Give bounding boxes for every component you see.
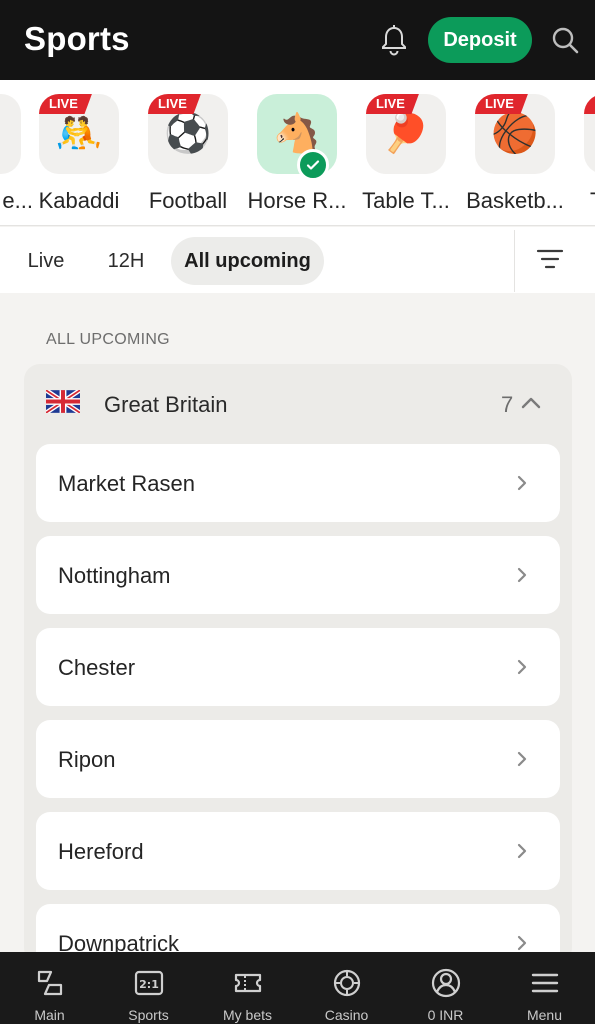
sport-item-football[interactable]: ⚽ LIVE Football — [136, 94, 240, 214]
bottom-nav: Main 2:1 Sports My bets Casino 0 INR Men… — [0, 952, 595, 1024]
sport-tile: 🤼 LIVE — [39, 94, 119, 174]
sport-item-table-tennis[interactable]: 🏓 LIVE Table T... — [354, 94, 458, 214]
svg-text:2:1: 2:1 — [139, 978, 159, 991]
nav-label: Casino — [324, 1007, 369, 1023]
casino-chip-icon — [333, 969, 361, 997]
sport-tile: 🏓 LIVE — [366, 94, 446, 174]
country-name: Great Britain — [104, 392, 228, 417]
nav-label: 0 INR — [427, 1007, 464, 1023]
sport-item-basketball[interactable]: 🏀 LIVE Basketb... — [463, 94, 567, 214]
list-item[interactable]: Market Rasen — [36, 444, 560, 522]
sport-item-horse-racing[interactable]: 🐴 Horse R... — [245, 94, 349, 214]
basketball-icon: 🏀 — [491, 113, 539, 155]
nav-menu[interactable]: Menu — [495, 952, 594, 1024]
tab-all-upcoming[interactable]: All upcoming — [171, 237, 324, 285]
chevron-right-icon — [517, 475, 527, 491]
top-bar: Sports Deposit — [0, 0, 595, 80]
divider — [0, 225, 595, 226]
horse-icon: 🐴 — [273, 113, 321, 155]
time-filter-tabs: Live 12H All upcoming — [0, 227, 595, 293]
nav-label: Menu — [526, 1007, 563, 1023]
sport-label: Football — [148, 188, 228, 213]
nav-casino[interactable]: Casino — [297, 952, 396, 1024]
tab-live[interactable]: Live — [14, 237, 78, 285]
nav-sports[interactable]: 2:1 Sports — [99, 952, 198, 1024]
football-icon: ⚽ — [164, 113, 212, 155]
track-name: Ripon — [58, 747, 116, 772]
country-group: Great Britain 7 Market Rasen Nottingham … — [24, 364, 572, 982]
sport-tile — [584, 94, 595, 174]
filter-icon[interactable] — [536, 245, 564, 273]
track-name: Nottingham — [58, 563, 171, 588]
section-heading: ALL UPCOMING — [46, 331, 170, 348]
sport-tile: ⚽ LIVE — [148, 94, 228, 174]
list-item[interactable]: Chester — [36, 628, 560, 706]
list-item[interactable]: Ripon — [36, 720, 560, 798]
live-badge: LIVE — [366, 94, 419, 114]
live-badge — [584, 94, 595, 114]
nav-label: Sports — [128, 1007, 169, 1023]
chevron-right-icon — [517, 659, 527, 675]
nav-label: My bets — [222, 1007, 272, 1023]
chevron-up-icon[interactable] — [520, 394, 542, 410]
country-group-header[interactable]: Great Britain 7 — [24, 364, 572, 442]
sport-label: Basketb... — [466, 188, 564, 213]
bell-icon[interactable] — [376, 22, 412, 58]
nav-account[interactable]: 0 INR — [396, 952, 495, 1024]
chevron-right-icon — [517, 567, 527, 583]
list-item[interactable]: Nottingham — [36, 536, 560, 614]
list-item[interactable]: Hereford — [36, 812, 560, 890]
scoreboard-icon: 2:1 — [134, 970, 164, 996]
track-name: Market Rasen — [58, 471, 195, 496]
event-count: 7 — [501, 392, 514, 417]
live-badge: LIVE — [475, 94, 528, 114]
account-icon — [431, 968, 461, 998]
sport-label: T — [572, 188, 595, 214]
check-icon — [297, 149, 329, 181]
divider — [514, 230, 515, 292]
table-tennis-icon: 🏓 — [382, 113, 430, 155]
sport-carousel[interactable]: e... 🤼 LIVE Kabaddi ⚽ LIVE Football 🐴 Ho… — [0, 80, 595, 226]
track-name: Hereford — [58, 839, 144, 864]
page-title: Sports — [24, 20, 130, 57]
sport-tile: 🏀 LIVE — [475, 94, 555, 174]
uk-flag-icon — [46, 390, 80, 413]
sport-label: Kabaddi — [38, 188, 120, 213]
tab-12h[interactable]: 12H — [96, 237, 156, 285]
nav-label: Main — [34, 1007, 65, 1023]
sport-label: Horse R... — [247, 188, 347, 213]
chevron-right-icon — [517, 843, 527, 859]
nav-main[interactable]: Main — [0, 952, 99, 1024]
track-name: Chester — [58, 655, 136, 680]
live-badge: LIVE — [39, 94, 92, 114]
sport-item-next[interactable]: T — [572, 94, 595, 214]
ticket-icon — [234, 973, 262, 993]
nav-my-bets[interactable]: My bets — [198, 952, 297, 1024]
deposit-button[interactable]: Deposit — [428, 17, 532, 63]
sport-item-kabaddi[interactable]: 🤼 LIVE Kabaddi — [27, 94, 131, 214]
hamburger-icon — [531, 973, 559, 993]
chevron-right-icon — [517, 935, 527, 951]
chevron-right-icon — [517, 751, 527, 767]
kabaddi-icon: 🤼 — [55, 113, 103, 155]
main-icon — [37, 970, 63, 996]
sport-label: Table T... — [362, 188, 450, 213]
sport-tile — [0, 94, 21, 174]
live-badge: LIVE — [148, 94, 201, 114]
search-icon[interactable] — [549, 24, 581, 56]
